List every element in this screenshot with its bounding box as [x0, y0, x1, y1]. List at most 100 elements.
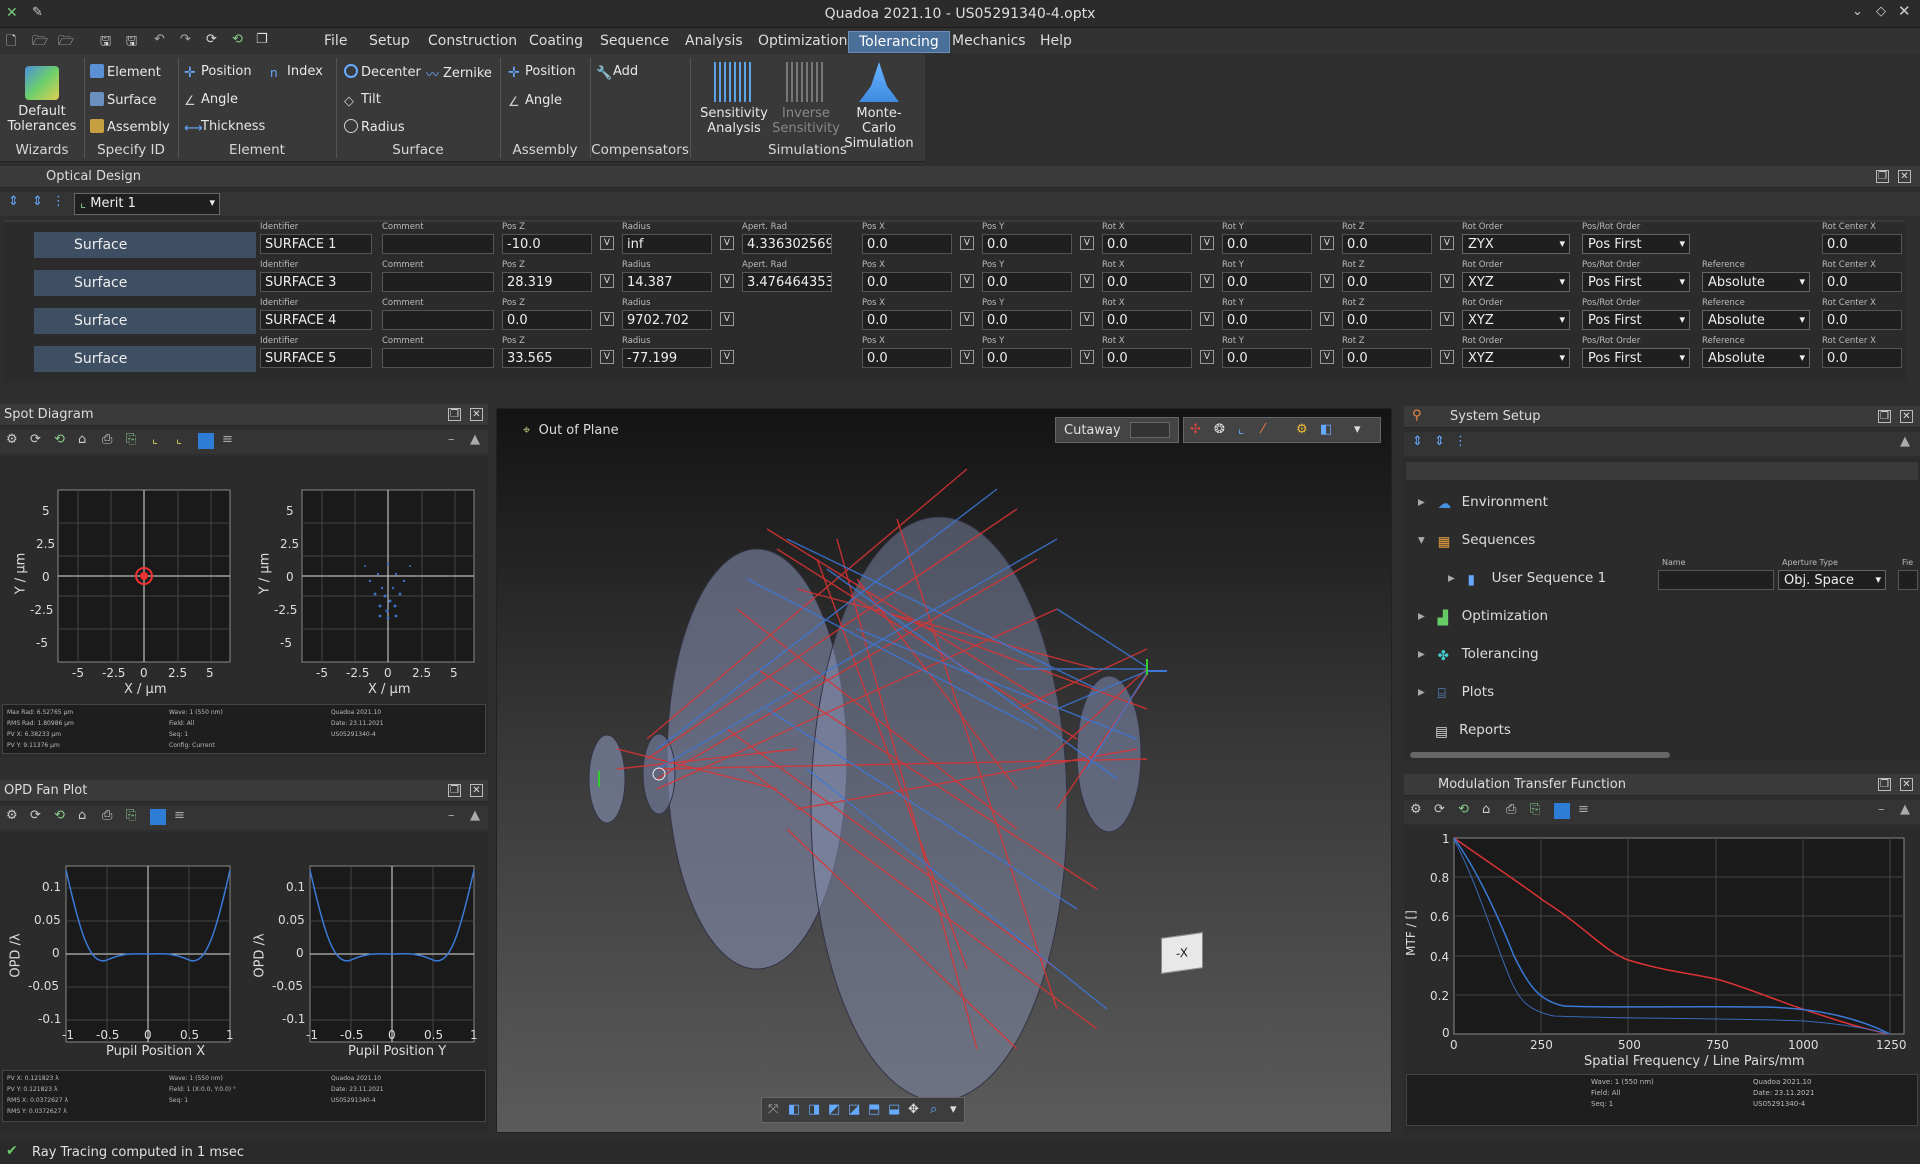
- opd-up-icon[interactable]: ▲: [470, 808, 480, 823]
- view-bottom-icon[interactable]: ⬓: [888, 1102, 900, 1117]
- variable-toggle[interactable]: V: [720, 236, 734, 250]
- refresh-icon[interactable]: ⟳: [30, 432, 41, 447]
- tree-item-environment[interactable]: ▸ ☁ Environment: [1418, 494, 1548, 512]
- spot-up-icon[interactable]: ▲: [470, 432, 480, 447]
- mtf-min-icon[interactable]: –: [1878, 802, 1885, 817]
- export-icon[interactable]: ⎘: [126, 808, 136, 823]
- rot-y-field[interactable]: 0.0: [1222, 310, 1312, 330]
- camera-dropdown-icon[interactable]: ▾: [950, 1102, 957, 1117]
- close-panel-icon[interactable]: ✕: [1898, 170, 1911, 183]
- auto-refresh-icon[interactable]: ⟲: [1458, 802, 1469, 817]
- zoom-icon[interactable]: ⌕: [930, 1102, 937, 1117]
- comment-field[interactable]: [382, 272, 494, 292]
- variable-toggle[interactable]: V: [960, 236, 974, 250]
- rot-x-field[interactable]: 0.0: [1102, 310, 1192, 330]
- list-icon[interactable]: ≡: [174, 808, 185, 823]
- element-index-button[interactable]: n Index: [270, 64, 323, 80]
- tab-file[interactable]: File: [324, 33, 347, 49]
- rot-y-field[interactable]: 0.0: [1222, 234, 1312, 254]
- window-icon[interactable]: ❐: [256, 32, 268, 47]
- expand-icon[interactable]: ⇕: [8, 194, 19, 209]
- identifier-field[interactable]: SURFACE 1: [260, 234, 372, 254]
- spot-close-icon[interactable]: ✕: [470, 408, 483, 421]
- setup-float-icon[interactable]: ❐: [1878, 410, 1891, 423]
- tab-sequence[interactable]: Sequence: [600, 33, 669, 49]
- collapse-icon[interactable]: ⇕: [1434, 434, 1445, 449]
- pos-y-field[interactable]: 0.0: [982, 348, 1072, 368]
- variable-toggle[interactable]: V: [720, 274, 734, 288]
- mtf-up-icon[interactable]: ▲: [1900, 802, 1910, 817]
- variable-toggle[interactable]: V: [960, 350, 974, 364]
- variable-toggle[interactable]: V: [1320, 312, 1334, 326]
- tab-optimization[interactable]: Optimization: [758, 33, 848, 49]
- sequence-name-input[interactable]: [1658, 570, 1774, 590]
- auto-refresh-icon[interactable]: ⟲: [54, 432, 65, 447]
- view-front-icon[interactable]: ◧: [788, 1102, 800, 1117]
- tree-item-optimization[interactable]: ▸ ▟ Optimization: [1418, 608, 1548, 626]
- refresh-icon[interactable]: ⟳: [206, 32, 217, 47]
- menu-icon[interactable]: ⋮: [1454, 434, 1467, 449]
- float-icon[interactable]: ❐: [1876, 170, 1889, 183]
- print-icon[interactable]: ⎙: [1506, 802, 1516, 817]
- setup-close-icon[interactable]: ✕: [1900, 410, 1913, 423]
- setup-up-icon[interactable]: ▲: [1900, 434, 1910, 449]
- mtf-close-icon[interactable]: ✕: [1900, 778, 1913, 791]
- export-icon[interactable]: ⎘: [126, 432, 136, 447]
- save-as-icon[interactable]: 🖫: [126, 32, 137, 54]
- variable-toggle[interactable]: V: [960, 274, 974, 288]
- variable-toggle[interactable]: V: [1080, 312, 1094, 326]
- restore-icon[interactable]: ◇: [1876, 4, 1886, 19]
- rot-order-field[interactable]: XYZ: [1462, 310, 1570, 330]
- open-file-icon[interactable]: 🗁: [32, 32, 48, 54]
- collapse-icon[interactable]: ⇕: [32, 194, 43, 209]
- tab-construction[interactable]: Construction: [428, 33, 517, 49]
- tab-tolerancing[interactable]: Tolerancing: [848, 31, 950, 53]
- reference-field[interactable]: Absolute: [1702, 348, 1810, 368]
- rot-center-x-field[interactable]: 0.0: [1822, 272, 1902, 292]
- minimize-icon[interactable]: ⌄: [1852, 4, 1863, 19]
- surface-tilt-button[interactable]: ◇ Tilt: [344, 92, 381, 109]
- spot-float-icon[interactable]: ❐: [448, 408, 461, 421]
- pos-x-field[interactable]: 0.0: [862, 234, 952, 254]
- rot-z-field[interactable]: 0.0: [1342, 234, 1432, 254]
- close-icon[interactable]: ✕: [1898, 2, 1911, 20]
- pin-icon[interactable]: ✎: [32, 5, 43, 20]
- element-position-button[interactable]: ✛ Position: [184, 64, 252, 81]
- view-right-icon[interactable]: ◪: [848, 1102, 860, 1117]
- add-compensator-button[interactable]: 🔧Add: [596, 64, 638, 81]
- rot-z-field[interactable]: 0.0: [1342, 310, 1432, 330]
- mtf-float-icon[interactable]: ❐: [1878, 778, 1891, 791]
- auto-update-icon[interactable]: ⟲: [232, 32, 243, 47]
- list-icon[interactable]: ≡: [222, 432, 233, 447]
- tab-mechanics[interactable]: Mechanics: [952, 33, 1026, 49]
- specify-surface-button[interactable]: Surface: [90, 92, 157, 108]
- export-icon[interactable]: ⎘: [1530, 802, 1540, 817]
- settings-icon[interactable]: ⚙: [6, 432, 18, 447]
- merit-select[interactable]: ⌞ Merit 1: [74, 193, 220, 215]
- open-recent-icon[interactable]: 🗁: [58, 32, 74, 54]
- grid-icon[interactable]: [150, 809, 166, 825]
- element-angle-button[interactable]: ∠ Angle: [184, 92, 238, 109]
- specify-assembly-button[interactable]: Assembly: [90, 119, 170, 135]
- radius-field[interactable]: -77.199: [622, 348, 712, 368]
- variable-toggle[interactable]: V: [1080, 274, 1094, 288]
- print-icon[interactable]: ⎙: [102, 808, 112, 823]
- spot-min-icon[interactable]: –: [448, 432, 455, 447]
- apert-rad-field[interactable]: 4.336302569: [742, 234, 832, 254]
- pos-rot-order-field[interactable]: Pos First: [1582, 310, 1690, 330]
- table-row[interactable]: Surface Identifier SURFACE 5 Comment Pos Z 33…: [4, 336, 1904, 374]
- menu-icon[interactable]: ⋮: [52, 194, 65, 209]
- pos-y-field[interactable]: 0.0: [982, 310, 1072, 330]
- opd-float-icon[interactable]: ❐: [448, 784, 461, 797]
- reference-field[interactable]: Absolute: [1702, 272, 1810, 292]
- rot-y-field[interactable]: 0.0: [1222, 272, 1312, 292]
- field-input[interactable]: [1898, 570, 1918, 590]
- axes-dots-icon[interactable]: ⌞: [176, 432, 182, 447]
- rot-order-field[interactable]: XYZ: [1462, 272, 1570, 292]
- identifier-field[interactable]: SURFACE 3: [260, 272, 372, 292]
- monte-carlo-button[interactable]: Monte-Carlo Simulation: [842, 62, 916, 151]
- rot-order-field[interactable]: ZYX: [1462, 234, 1570, 254]
- element-thickness-button[interactable]: ⟷Thickness: [184, 119, 265, 136]
- pos-z-field[interactable]: 0.0: [502, 310, 592, 330]
- axes-icon[interactable]: ⌞: [152, 432, 158, 447]
